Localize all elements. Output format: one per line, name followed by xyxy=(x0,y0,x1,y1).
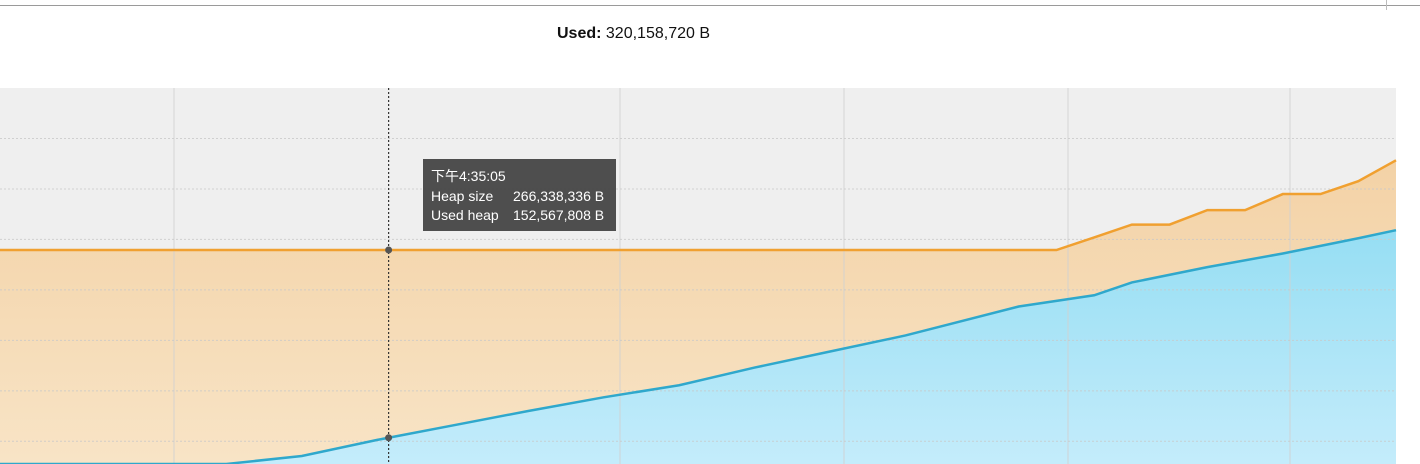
tooltip-row-heap: Heap size 266,338,336 B xyxy=(431,187,608,207)
tooltip-time: 下午4:35:05 xyxy=(431,168,506,184)
hover-tooltip: 下午4:35:05 Heap size 266,338,336 B Used h… xyxy=(423,159,616,231)
heap-cursor-marker xyxy=(385,246,393,254)
tooltip-heap-value: 266,338,336 B xyxy=(513,187,605,204)
memory-chart[interactable] xyxy=(0,0,1420,464)
tooltip-heap-label: Heap size xyxy=(431,187,494,204)
tooltip-row-used: Used heap 152,567,808 B xyxy=(431,206,608,226)
tooltip-used-value: 152,567,808 B xyxy=(513,207,605,223)
tooltip-used-label: Used heap xyxy=(431,207,499,223)
used-cursor-marker xyxy=(385,434,393,442)
